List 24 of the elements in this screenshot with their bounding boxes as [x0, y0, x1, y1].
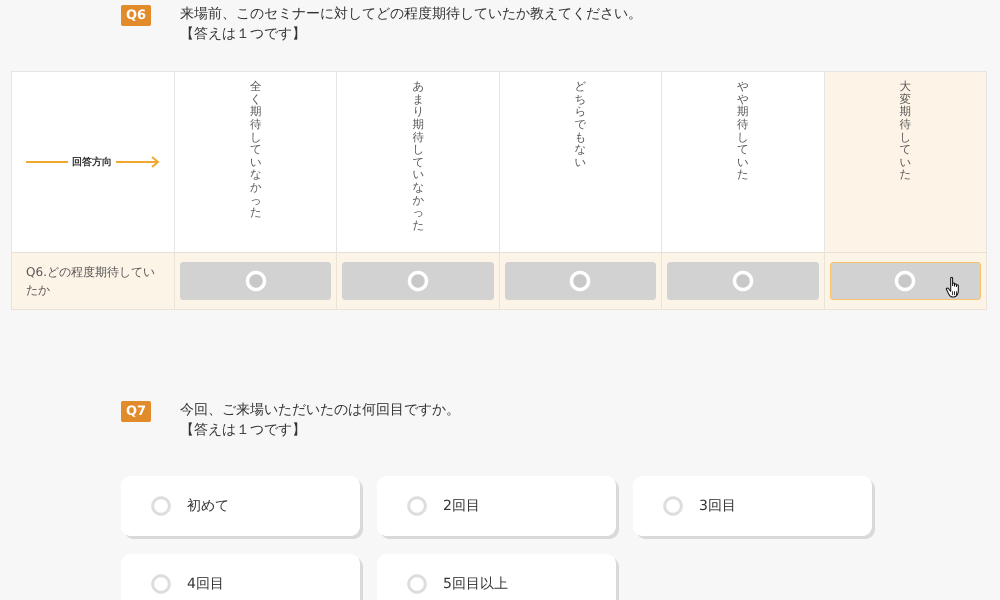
- answer-option[interactable]: 4回目: [121, 554, 360, 600]
- radio-button[interactable]: [342, 262, 494, 300]
- column-label: 大変期待していた: [900, 80, 912, 182]
- question-text: 来場前、このセミナーに対してどの程度期待していたか教えてください。: [180, 5, 642, 24]
- direction-label: 回答方向: [72, 155, 112, 169]
- answer-option[interactable]: 初めて: [121, 476, 360, 536]
- answer-option[interactable]: 5回目以上: [377, 554, 616, 600]
- row-label: Q6.どの程度期待していたか: [12, 253, 175, 310]
- column-label: やや期待していた: [737, 80, 749, 182]
- question-number-badge: Q6: [121, 5, 152, 26]
- answer-note: 【答えは１つです】: [180, 25, 306, 44]
- radio-button[interactable]: [180, 262, 332, 300]
- column-label: 全く期待していなかった: [250, 80, 262, 220]
- column-label: あまり期待していなかった: [412, 80, 424, 232]
- radio-button[interactable]: [667, 262, 819, 300]
- answer-option[interactable]: 3回目: [633, 476, 872, 536]
- right-arrow-icon: [116, 156, 160, 168]
- question-text: 今回、ご来場いただいたのは何回目ですか。: [180, 401, 460, 420]
- answer-option[interactable]: 2回目: [377, 476, 616, 536]
- answer-note: 【答えは１つです】: [180, 421, 306, 440]
- column-label: どちらでもない: [574, 80, 586, 168]
- radio-button[interactable]: [830, 262, 981, 300]
- question-number-badge: Q7: [121, 401, 152, 422]
- radio-button[interactable]: [504, 262, 656, 300]
